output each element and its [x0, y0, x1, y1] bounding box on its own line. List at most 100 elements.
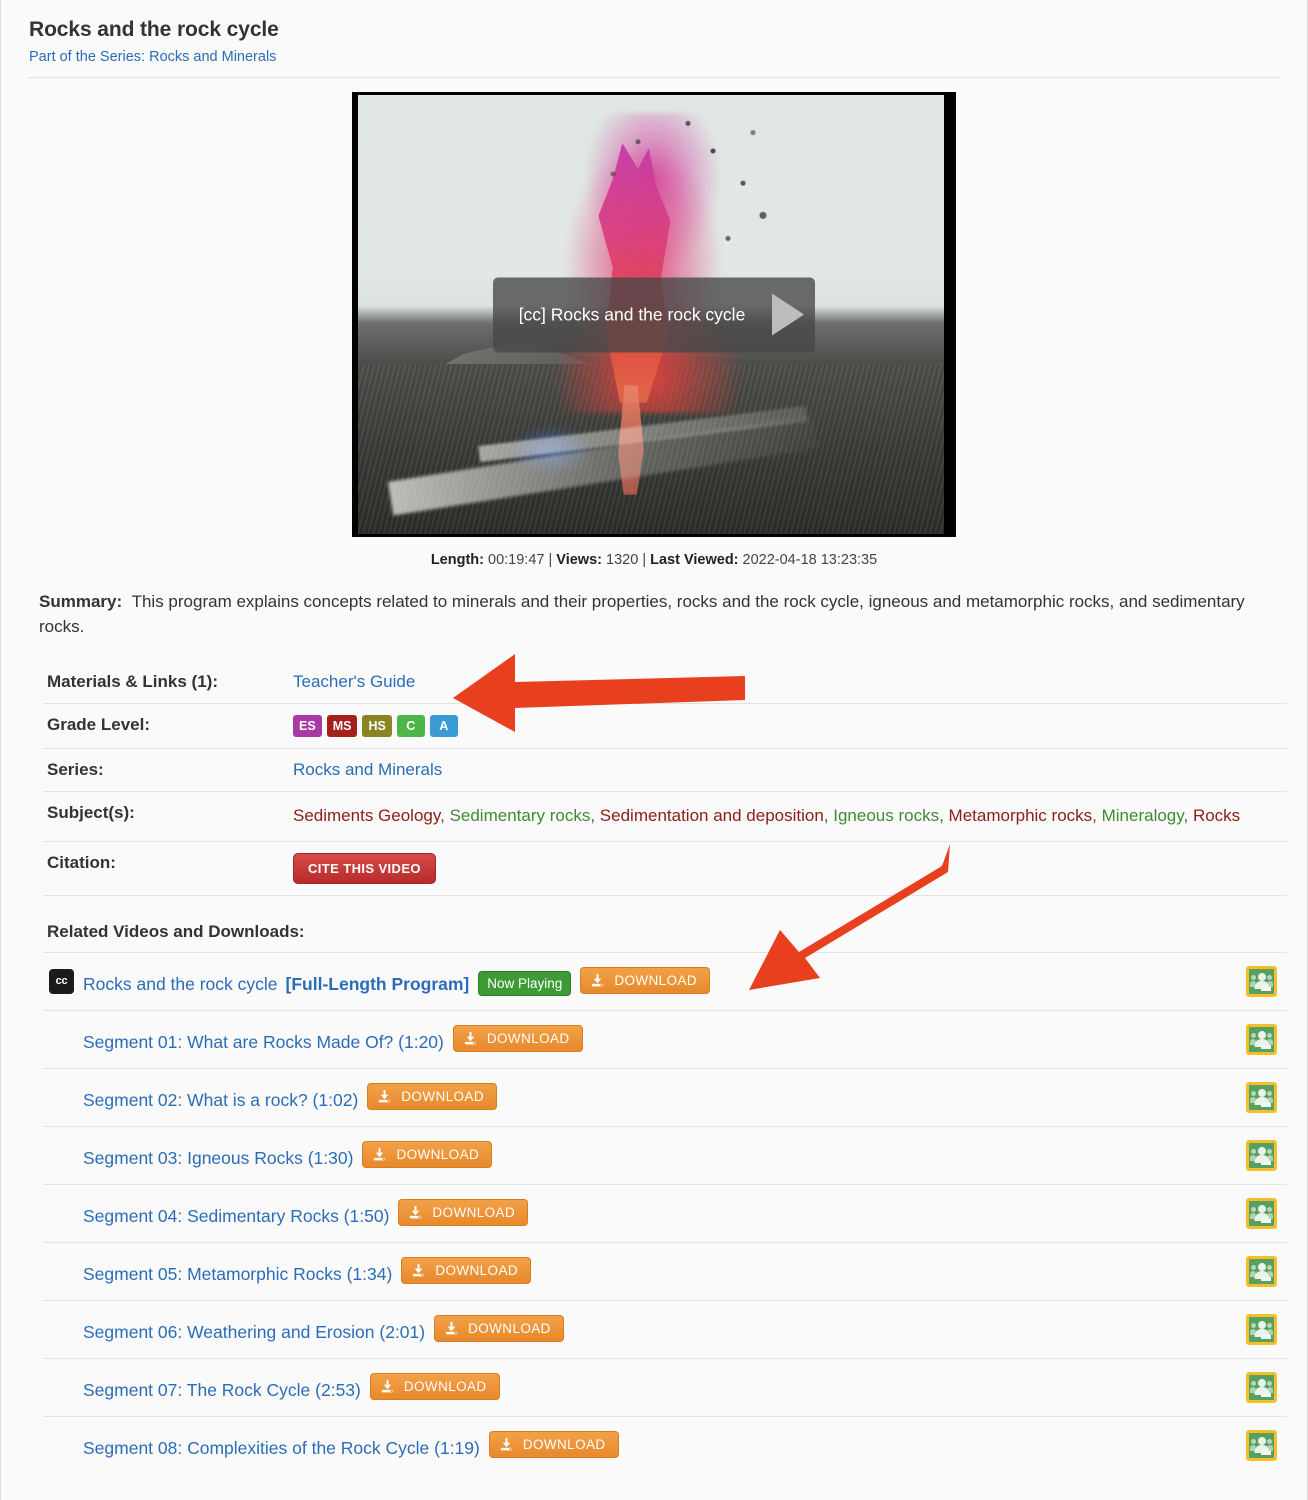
video-title-link[interactable]: Segment 02: What is a rock? (1:02): [83, 1090, 358, 1110]
row-classroom-cell: [1227, 1068, 1287, 1126]
row-classroom-cell: [1227, 1184, 1287, 1242]
grade-badge-es[interactable]: ES: [293, 715, 322, 738]
related-videos-heading: Related Videos and Downloads:: [47, 921, 305, 941]
subject-separator: ,: [823, 806, 834, 826]
row-title-cell: Rocks and the rock cycle [Full-Length Pro…: [83, 952, 1227, 1010]
download-button[interactable]: DOWNLOAD: [398, 1199, 529, 1227]
grade-badge-a[interactable]: A: [429, 715, 458, 738]
video-title-link[interactable]: Segment 06: Weathering and Erosion (2:01…: [83, 1322, 425, 1342]
download-button-label: DOWNLOAD: [468, 1321, 551, 1337]
row-classroom-cell: [1227, 952, 1287, 1010]
subject-link[interactable]: Metamorphic rocks: [949, 806, 1093, 825]
subject-link[interactable]: Mineralogy: [1102, 806, 1184, 825]
download-button[interactable]: DOWNLOAD: [434, 1315, 564, 1343]
citation-label: Citation:: [47, 852, 116, 872]
page-header: Rocks and the rock cycle Part of the Ser…: [29, 0, 1279, 78]
length-label: Length:: [430, 552, 484, 568]
download-button[interactable]: DOWNLOAD: [369, 1373, 500, 1401]
video-title-link[interactable]: Segment 04: Sedimentary Rocks (1:50): [83, 1206, 389, 1226]
google-classroom-icon[interactable]: [1246, 1429, 1277, 1461]
cite-this-video-button[interactable]: CITE THIS VIDEO: [293, 852, 436, 884]
download-icon: [445, 1322, 458, 1335]
download-button[interactable]: DOWNLOAD: [401, 1257, 532, 1285]
last-viewed-value: 2022-04-18 13:23:35: [742, 552, 878, 568]
row-cc-cell: [43, 1184, 83, 1242]
summary-text: This program explains concepts related t…: [39, 592, 1245, 636]
download-button[interactable]: DOWNLOAD: [362, 1141, 493, 1169]
table-row-citation: Citation: CITE THIS VIDEO: [43, 841, 1287, 896]
last-viewed-label: Last Viewed:: [650, 552, 739, 568]
row-classroom-cell: [1227, 1242, 1287, 1300]
subject-link[interactable]: Rocks: [1193, 806, 1240, 825]
download-button[interactable]: DOWNLOAD: [367, 1083, 497, 1111]
download-button-label: DOWNLOAD: [486, 1031, 570, 1047]
play-triangle-icon[interactable]: [761, 277, 815, 352]
breadcrumb: Part of the Series: Rocks and Minerals: [29, 49, 1279, 65]
series-link[interactable]: Rocks and Minerals: [293, 760, 442, 779]
row-title-cell: Segment 08: Complexities of the Rock Cyc…: [83, 1416, 1227, 1474]
row-classroom-cell: [1227, 1126, 1287, 1184]
google-classroom-icon[interactable]: [1246, 1313, 1277, 1345]
series-link-header[interactable]: Rocks and Minerals: [149, 49, 276, 65]
download-icon: [413, 1264, 425, 1277]
video-title-link[interactable]: Rocks and the rock cycle: [83, 974, 278, 994]
summary-label: Summary:: [39, 592, 123, 611]
views-value: 1320: [606, 552, 639, 568]
page-root: Rocks and the rock cycle Part of the Ser…: [0, 0, 1308, 1500]
full-length-program-tag: [Full-Length Program]: [285, 973, 470, 994]
subject-separator: ,: [939, 806, 949, 826]
grade-badge-c[interactable]: C: [396, 715, 425, 738]
row-title-cell: Segment 01: What are Rocks Made Of? (1:2…: [83, 1010, 1227, 1068]
subject-separator: ,: [1183, 806, 1193, 826]
subjects-label: Subject(s):: [47, 803, 135, 823]
google-classroom-icon[interactable]: [1246, 1197, 1277, 1229]
subject-link[interactable]: Sedimentation and deposition: [600, 806, 824, 825]
metadata-table: Materials & Links (1): Teacher's Guide G…: [43, 661, 1287, 896]
video-title-link[interactable]: Segment 08: Complexities of the Rock Cyc…: [83, 1438, 480, 1458]
table-row-subjects: Subject(s): Sediments Geology, Sedimenta…: [43, 792, 1287, 842]
google-classroom-icon[interactable]: [1246, 1023, 1277, 1055]
download-icon: [374, 1148, 386, 1161]
table-row: Segment 01: What are Rocks Made Of? (1:2…: [43, 1010, 1287, 1068]
google-classroom-icon[interactable]: [1246, 1081, 1277, 1113]
row-cc-cell: [43, 1358, 83, 1416]
grade-badge-hs[interactable]: HS: [362, 715, 392, 738]
row-cc-cell: [43, 1416, 83, 1474]
row-title-cell: Segment 03: Igneous Rocks (1:30) DOWNLOAD: [83, 1126, 1227, 1184]
download-button[interactable]: DOWNLOAD: [452, 1025, 583, 1053]
row-classroom-cell: [1227, 1300, 1287, 1358]
video-stats: Length: 00:19:47 | Views: 1320 | Last Vi…: [29, 552, 1279, 568]
download-button[interactable]: DOWNLOAD: [488, 1431, 619, 1459]
series-label: Series:: [47, 760, 104, 780]
download-button-label: DOWNLOAD: [396, 1147, 480, 1163]
row-cc-cell: [43, 1300, 83, 1358]
download-icon: [410, 1206, 422, 1219]
google-classroom-icon[interactable]: [1246, 1139, 1277, 1171]
subject-link[interactable]: Sediments Geology: [293, 806, 440, 825]
row-title-cell: Segment 02: What is a rock? (1:02) DOWNLO…: [83, 1068, 1227, 1126]
row-cc-cell: [43, 1126, 83, 1184]
video-title-link[interactable]: Segment 05: Metamorphic Rocks (1:34): [83, 1264, 392, 1284]
table-row-grade-level: Grade Level: ES MS HS C A: [43, 704, 1287, 749]
download-button-label: DOWNLOAD: [614, 972, 698, 988]
video-title-link[interactable]: Segment 01: What are Rocks Made Of? (1:2…: [83, 1032, 444, 1052]
video-title-link[interactable]: Segment 03: Igneous Rocks (1:30): [83, 1148, 353, 1168]
download-button[interactable]: DOWNLOAD: [580, 966, 711, 994]
row-cc-cell: [43, 1068, 83, 1126]
google-classroom-icon[interactable]: [1246, 1255, 1277, 1287]
google-classroom-icon[interactable]: [1246, 965, 1277, 997]
subject-link[interactable]: Igneous rocks: [833, 806, 939, 825]
video-title-link[interactable]: Segment 07: The Rock Cycle (2:53): [83, 1380, 361, 1400]
google-classroom-icon[interactable]: [1246, 1371, 1277, 1403]
download-icon: [500, 1438, 512, 1451]
subject-link[interactable]: Sedimentary rocks: [450, 806, 591, 825]
video-player[interactable]: [cc] Rocks and the rock cycle: [352, 92, 956, 537]
download-button-label: DOWNLOAD: [403, 1379, 487, 1395]
play-overlay-button[interactable]: [cc] Rocks and the rock cycle: [493, 277, 815, 352]
download-icon: [464, 1032, 476, 1045]
table-row: Segment 05: Metamorphic Rocks (1:34) DOWN…: [43, 1242, 1287, 1300]
teachers-guide-link[interactable]: Teacher's Guide: [293, 672, 415, 691]
views-label: Views:: [556, 552, 602, 568]
grade-badge-ms[interactable]: MS: [326, 715, 358, 738]
download-button-label: DOWNLOAD: [522, 1437, 606, 1453]
